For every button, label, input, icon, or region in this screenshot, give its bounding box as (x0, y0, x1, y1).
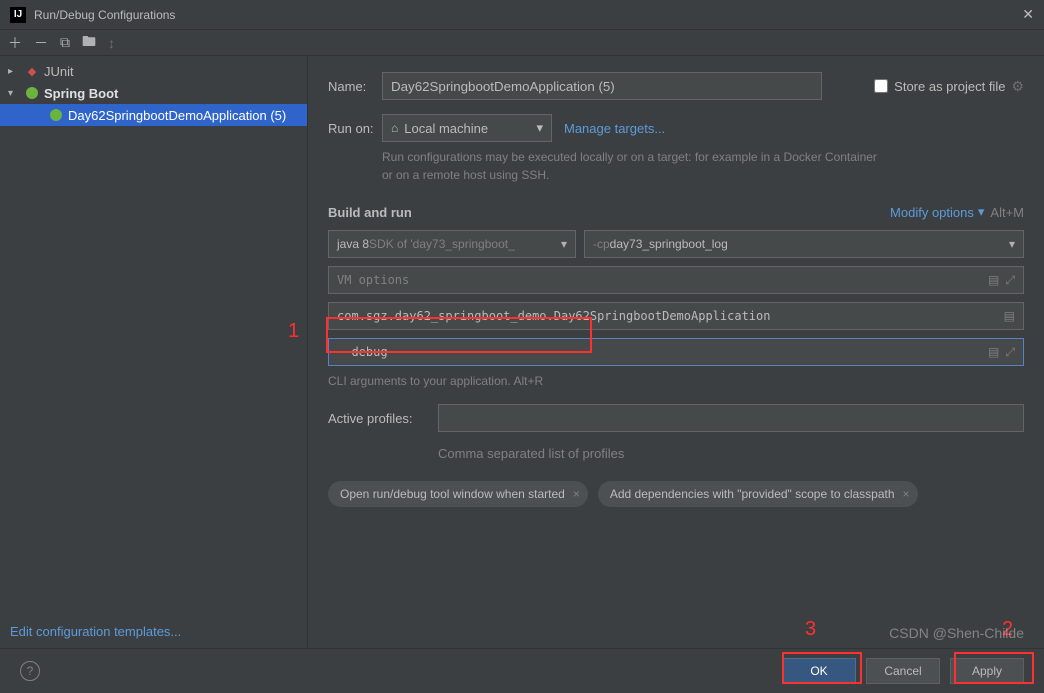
cp-value: day73_springboot_log (610, 237, 728, 251)
modify-options-link[interactable]: Modify options ▾ (890, 204, 984, 220)
expand-icon[interactable]: ▸ (8, 66, 20, 77)
args-hint: CLI arguments to your application. Alt+R (328, 374, 1024, 388)
runon-label: Run on: (328, 121, 382, 136)
window-title: Run/Debug Configurations (34, 8, 1022, 22)
program-args-input[interactable] (337, 345, 988, 359)
main-class-input[interactable] (337, 309, 1004, 323)
vm-options-field[interactable]: ▤⤢ (328, 266, 1024, 294)
sdk-suffix: SDK of 'day73_springboot_ (369, 237, 515, 251)
collapse-icon[interactable]: ▾ (8, 88, 20, 99)
chip-open-tool-window[interactable]: Open run/debug tool window when started … (328, 481, 588, 507)
chip-label: Add dependencies with "provided" scope t… (610, 487, 895, 501)
tree-node-junit[interactable]: ▸ ◆ JUnit (0, 60, 307, 82)
main-area: ▸ ◆ JUnit ▾ Spring Boot Day62SpringbootD… (0, 56, 1044, 648)
bottom-bar: ? OK Cancel Apply (0, 648, 1044, 693)
cp-prefix: -cp (593, 237, 610, 251)
runon-dropdown[interactable]: ⌂ Local machine ▾ (382, 114, 552, 142)
list-icon[interactable]: ▤ (1004, 309, 1015, 323)
profiles-input[interactable] (438, 404, 1024, 432)
runon-hint: Run configurations may be executed local… (382, 148, 882, 184)
edit-templates-link[interactable]: Edit configuration templates... (10, 624, 181, 639)
spring-icon (24, 85, 40, 101)
cancel-button[interactable]: Cancel (866, 658, 940, 684)
chevron-down-icon: ▾ (536, 120, 543, 136)
shortcut-hint: Alt+M (990, 205, 1024, 220)
sdk-dropdown[interactable]: java 8 SDK of 'day73_springboot_ ▾ (328, 230, 576, 258)
gear-icon[interactable]: ⚙ (1011, 78, 1024, 95)
classpath-dropdown[interactable]: -cp day73_springboot_log ▾ (584, 230, 1024, 258)
remove-icon[interactable]: － (34, 33, 48, 53)
tree-label: Spring Boot (44, 86, 118, 101)
runon-value: Local machine (404, 121, 488, 136)
main-class-field[interactable]: ▤ (328, 302, 1024, 330)
watermark: CSDN @Shen-Childe (889, 625, 1024, 641)
close-icon[interactable]: × (903, 487, 910, 501)
add-icon[interactable]: ＋ (8, 33, 22, 53)
home-icon: ⌂ (391, 121, 398, 135)
store-checkbox[interactable]: Store as project file (874, 79, 1005, 94)
program-args-field[interactable]: ▤⤢ (328, 338, 1024, 366)
folder-icon[interactable]: 🖿 (82, 31, 96, 55)
tree-node-config-selected[interactable]: Day62SpringbootDemoApplication (5) (0, 104, 307, 126)
title-bar: IJ Run/Debug Configurations ✕ (0, 0, 1044, 30)
chevron-down-icon: ▾ (561, 237, 567, 251)
config-form: Name: Store as project file ⚙ Run on: ⌂ … (308, 56, 1044, 648)
spring-icon (48, 107, 64, 123)
dialog-buttons: OK Cancel Apply (782, 658, 1024, 684)
sdk-row: java 8 SDK of 'day73_springboot_ ▾ -cp d… (328, 230, 1024, 258)
tree-label: Day62SpringbootDemoApplication (5) (68, 108, 286, 123)
profiles-label: Active profiles: (328, 411, 438, 426)
chevron-down-icon: ▾ (1009, 237, 1015, 251)
store-checkbox-input[interactable] (874, 79, 888, 93)
option-chips: Open run/debug tool window when started … (328, 481, 1024, 507)
manage-targets-link[interactable]: Manage targets... (564, 121, 665, 136)
app-icon: IJ (10, 7, 26, 23)
footer-left: Edit configuration templates... (10, 624, 181, 639)
config-tree: ▸ ◆ JUnit ▾ Spring Boot Day62SpringbootD… (0, 56, 308, 648)
sdk-value: java 8 (337, 237, 369, 251)
toolbar: ＋ － ⧉ 🖿 ↕ (0, 30, 1044, 56)
runon-row: Run on: ⌂ Local machine ▾ Manage targets… (328, 114, 1024, 142)
tree-label: JUnit (44, 64, 74, 79)
close-icon[interactable]: ✕ (1022, 6, 1034, 23)
store-checkbox-label: Store as project file (894, 79, 1005, 94)
ok-button[interactable]: OK (782, 658, 856, 684)
sort-icon[interactable]: ↕ (108, 35, 115, 51)
profiles-row: Active profiles: (328, 404, 1024, 432)
apply-button[interactable]: Apply (950, 658, 1024, 684)
tree-node-springboot[interactable]: ▾ Spring Boot (0, 82, 307, 104)
build-run-header: Build and run Modify options ▾ Alt+M (328, 204, 1024, 220)
name-label: Name: (328, 79, 382, 94)
chevron-down-icon: ▾ (978, 204, 985, 220)
copy-icon[interactable]: ⧉ (60, 34, 70, 51)
section-title: Build and run (328, 205, 890, 220)
list-icon[interactable]: ▤ (988, 273, 999, 288)
expand-icon[interactable]: ⤢ (1005, 345, 1015, 360)
list-icon[interactable]: ▤ (988, 345, 999, 360)
close-icon[interactable]: × (573, 487, 580, 501)
chip-provided-scope[interactable]: Add dependencies with "provided" scope t… (598, 481, 918, 507)
chip-label: Open run/debug tool window when started (340, 487, 565, 501)
profiles-hint: Comma separated list of profiles (438, 446, 1024, 461)
expand-icon[interactable]: ⤢ (1005, 273, 1015, 288)
vm-options-input[interactable] (337, 273, 988, 287)
junit-icon: ◆ (24, 63, 40, 79)
name-row: Name: Store as project file ⚙ (328, 72, 1024, 100)
name-input[interactable] (382, 72, 822, 100)
help-icon[interactable]: ? (20, 661, 40, 681)
